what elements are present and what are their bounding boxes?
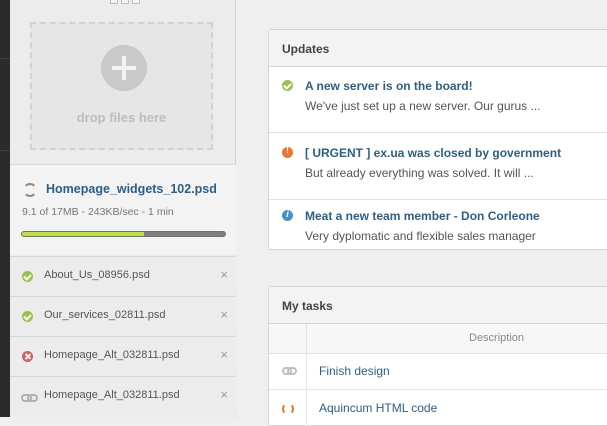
uploaded-file-row: About_Us_08956.psd ×	[10, 256, 236, 295]
file-name: Our_services_02811.psd	[44, 309, 166, 321]
sidebar-separator	[0, 150, 10, 151]
tasks-header: My tasks	[269, 287, 607, 324]
remove-file-icon[interactable]: ×	[220, 307, 228, 322]
uploaded-file-row: Homepage_Alt_032811.psd ×	[10, 336, 236, 375]
app-sidebar-edge	[0, 0, 10, 417]
file-name: Homepage_Alt_032811.psd	[44, 389, 180, 401]
column-separator	[306, 390, 307, 426]
update-title-link[interactable]: Meat a new team member - Don Corleone	[305, 209, 540, 223]
uploaded-file-row: Homepage_Alt_032811.psd ×	[10, 376, 236, 415]
plus-icon	[101, 45, 147, 91]
panel-title: My tasks	[282, 299, 333, 313]
update-title-link[interactable]: [ URGENT ] ex.ua was closed by governmen…	[305, 146, 561, 160]
info-icon	[282, 209, 293, 221]
tasks-panel: My tasks Description Finish design Aquin…	[268, 286, 607, 426]
refresh-icon	[282, 403, 294, 415]
loading-spinner-icon	[23, 183, 37, 197]
uploaded-file-row: Our_services_02811.psd ×	[10, 296, 236, 335]
update-item: A new server is on the board! We've just…	[269, 66, 607, 133]
remove-file-icon[interactable]: ×	[220, 387, 228, 402]
panel-title: Updates	[282, 42, 330, 56]
drop-zone[interactable]: drop files here	[30, 22, 213, 150]
current-upload-progress-text: 9.1 of 17MB - 243KB/sec - 1 min	[22, 206, 174, 218]
update-item: [ URGENT ] ex.ua was closed by governmen…	[269, 133, 607, 200]
update-text: But already everything was solved. It wi…	[305, 166, 534, 180]
check-icon	[282, 80, 293, 91]
file-name: Homepage_Alt_032811.psd	[44, 349, 180, 361]
update-text: Very dyplomatic and flexible sales manag…	[305, 229, 536, 243]
update-item: Meat a new team member - Don Corleone Ve…	[269, 196, 607, 262]
column-separator	[306, 324, 307, 353]
error-icon	[22, 351, 33, 362]
check-icon	[22, 311, 33, 322]
check-icon	[22, 271, 33, 282]
link-icon	[21, 391, 38, 402]
tasks-table-header: Description	[269, 324, 607, 354]
column-separator	[306, 353, 307, 389]
task-link[interactable]: Finish design	[319, 364, 390, 378]
upload-progress-bar	[21, 231, 226, 237]
panel-grip-handle[interactable]	[110, 0, 140, 4]
description-column-header[interactable]: Description	[469, 332, 524, 344]
drop-zone-label: drop files here	[76, 110, 167, 125]
current-upload: Homepage_widgets_102.psd 9.1 of 17MB - 2…	[10, 165, 236, 255]
task-link[interactable]: Aquincum HTML code	[319, 401, 437, 415]
upload-progress-fill	[22, 232, 144, 236]
file-uploader-panel: drop files here Homepage_widgets_102.psd…	[10, 0, 236, 417]
file-name: About_Us_08956.psd	[44, 269, 150, 281]
sidebar-separator	[0, 58, 10, 59]
remove-file-icon[interactable]: ×	[220, 347, 228, 362]
remove-file-icon[interactable]: ×	[220, 267, 228, 282]
current-upload-filename[interactable]: Homepage_widgets_102.psd	[46, 182, 217, 196]
updates-panel: Updates A new server is on the board! We…	[268, 29, 607, 250]
updates-header: Updates	[269, 30, 607, 67]
update-title-link[interactable]: A new server is on the board!	[305, 79, 473, 93]
task-row: Aquincum HTML code	[269, 390, 607, 426]
warning-icon	[282, 145, 293, 158]
task-row: Finish design	[269, 353, 607, 390]
update-text: We've just set up a new server. Our guru…	[305, 99, 541, 113]
